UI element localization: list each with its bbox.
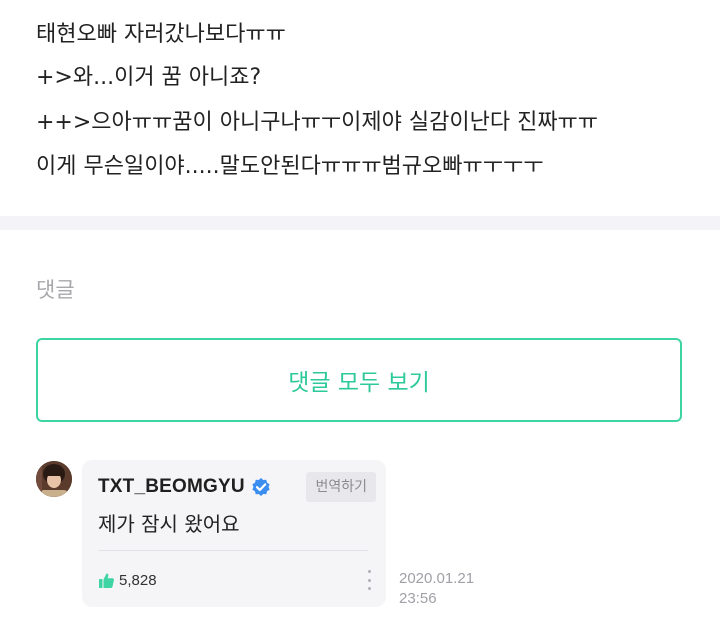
more-vertical-icon[interactable] [366,570,372,590]
like-count: 5,828 [119,571,157,589]
author-row: TXT_BEOMGYU [98,474,271,500]
comment-author[interactable]: TXT_BEOMGYU [98,476,245,498]
user-photo-icon [36,461,72,497]
comment-bubble: TXT_BEOMGYU 번역하기 제가 잠시 왔어요 5,828 [82,460,386,607]
post-line: ++>으아ㅠㅠ꿈이 아니구나ㅠㅜ이제야 실감이난다 진짜ㅠㅠ [36,110,599,135]
avatar[interactable] [36,461,72,497]
post-line: 이게 무슨일이야.....말도안된다ㅠㅠㅠ범규오빠ㅠㅜㅜㅜ [36,154,544,179]
view-all-comments-button[interactable]: 댓글 모두 보기 [36,338,682,422]
comment-divider [98,550,368,551]
comment-text: 제가 잠시 왔어요 [98,512,240,536]
comment-timestamp: 2020.01.21 23:56 [399,569,474,609]
comment-time: 23:56 [399,590,437,607]
post-body: 태현오빠 자러갔나보다ㅠㅠ +>와...이거 꿈 아니죠? ++>으아ㅠㅠ꿈이 … [0,0,720,216]
post-line: 태현오빠 자러갔나보다ㅠㅠ [36,22,286,47]
like-button[interactable]: 5,828 [98,570,157,590]
section-divider [0,216,720,230]
post-line: +>와...이거 꿈 아니죠? [36,65,262,90]
comments-heading: 댓글 [36,278,75,302]
translate-button[interactable]: 번역하기 [306,472,376,502]
thumbs-up-icon [98,572,115,589]
verified-check-icon [251,477,271,497]
comment-date: 2020.01.21 [399,570,475,587]
